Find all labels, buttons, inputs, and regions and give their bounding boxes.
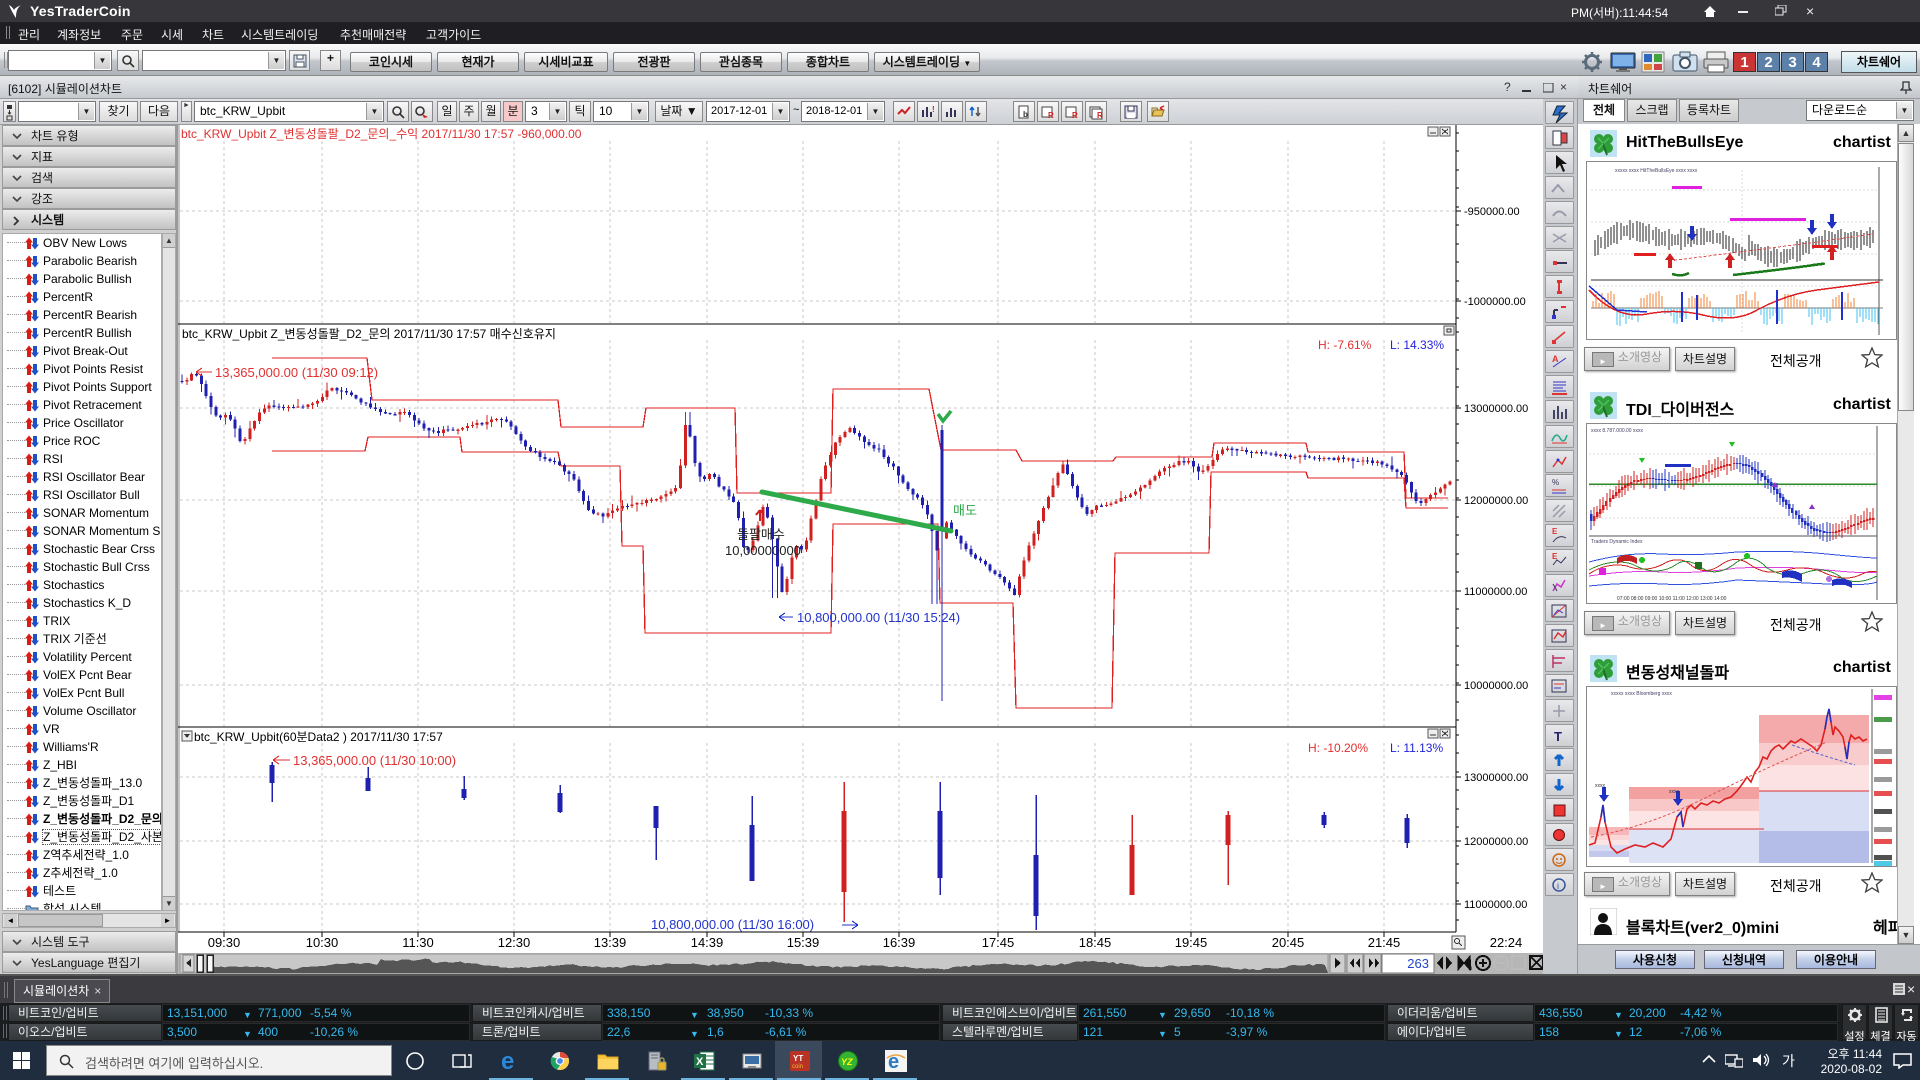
svg-text:coin: coin <box>792 1064 803 1070</box>
svg-text:R: R <box>1097 111 1103 120</box>
svg-text:T: T <box>1554 729 1562 744</box>
svg-text:13000000.00: 13000000.00 <box>1464 772 1528 784</box>
svg-text:btc_KRW_Upbit Z_변동성돌팔_D2_문의_수익: btc_KRW_Upbit Z_변동성돌팔_D2_문의_수익 2017/11/3… <box>181 127 582 141</box>
svg-text:L: 14.33%: L: 14.33% <box>1390 338 1444 352</box>
svg-text:e: e <box>501 1050 514 1072</box>
svg-text:YT: YT <box>793 1054 803 1063</box>
svg-text:11000000.00: 11000000.00 <box>1464 899 1527 911</box>
svg-text:X: X <box>696 1056 704 1068</box>
svg-text:20:45: 20:45 <box>1272 935 1305 950</box>
svg-text:%: % <box>1552 478 1559 487</box>
svg-text:07:00 08:00 09:00 10:00 11: 07:00 08:00 09:00 10:00 11:00 12:00 13:0… <box>1617 596 1727 602</box>
svg-text:263: 263 <box>1407 956 1429 971</box>
svg-text:-950000.00: -950000.00 <box>1464 206 1520 218</box>
svg-text:Traders Dynamic Index: Traders Dynamic Index <box>1591 539 1643 545</box>
svg-text:H: -7.61%: H: -7.61% <box>1318 338 1372 352</box>
svg-text:10000000.00: 10000000.00 <box>1464 680 1528 692</box>
svg-text:xxxx: xxxx <box>1669 789 1680 795</box>
svg-text:13,365,000.00 (11/30 09:12): 13,365,000.00 (11/30 09:12) <box>215 365 378 380</box>
svg-text:i: i <box>1557 881 1559 891</box>
svg-text:17:45: 17:45 <box>982 935 1015 950</box>
svg-text:10,00000000: 10,00000000 <box>725 543 801 558</box>
svg-text:btc_KRW_Upbit Z_변동성돌팔_D2_문의 2: btc_KRW_Upbit Z_변동성돌팔_D2_문의 2017/11/30 1… <box>182 327 556 341</box>
svg-text:매도: 매도 <box>953 503 977 518</box>
svg-text:18:45: 18:45 <box>1079 935 1112 950</box>
svg-text:xxxx: xxxx <box>1595 783 1606 789</box>
svg-text:21:45: 21:45 <box>1368 935 1401 950</box>
svg-text:12000000.00: 12000000.00 <box>1464 836 1528 848</box>
svg-text:xxxxx xxxx Bloomberg xxxx: xxxxx xxxx Bloomberg xxxx <box>1611 691 1672 697</box>
svg-text:10,800,000.00 (11/30 15:24): 10,800,000.00 (11/30 15:24) <box>797 610 960 625</box>
svg-text:11000000.00: 11000000.00 <box>1464 586 1527 598</box>
svg-text:YZ: YZ <box>841 1057 853 1067</box>
svg-text:A: A <box>1552 354 1559 364</box>
svg-text:L: 11.13%: L: 11.13% <box>1390 741 1443 755</box>
svg-text:btc_KRW_Upbit(60분Data2 ) 2017/: btc_KRW_Upbit(60분Data2 ) 2017/11/30 17:5… <box>194 730 443 744</box>
svg-text:xxxxx xxxx HitTheBullsEye xxxx: xxxxx xxxx HitTheBullsEye xxxx xxxx <box>1615 168 1698 174</box>
svg-text:22:24: 22:24 <box>1490 935 1523 950</box>
svg-text:12000000.00: 12000000.00 <box>1464 495 1528 507</box>
svg-text:12:30: 12:30 <box>498 935 531 950</box>
svg-text:돌팔매수: 돌팔매수 <box>737 527 785 542</box>
svg-text:!: ! <box>932 105 935 114</box>
svg-text:b: b <box>1023 110 1028 119</box>
svg-text:09:30: 09:30 <box>208 935 241 950</box>
svg-text:R: R <box>1072 111 1078 120</box>
svg-text:xxxx 8.787.000.00 xxxx: xxxx 8.787.000.00 xxxx <box>1591 428 1643 434</box>
svg-text:19:45: 19:45 <box>1175 935 1208 950</box>
svg-text:10,800,000.00 (11/30 16:00): 10,800,000.00 (11/30 16:00) <box>651 917 814 932</box>
svg-text:-1000000.00: -1000000.00 <box>1464 296 1526 308</box>
svg-text:R: R <box>1048 111 1054 120</box>
svg-text:e: e <box>888 1051 899 1072</box>
svg-text:13:39: 13:39 <box>594 935 627 950</box>
svg-text:11:30: 11:30 <box>402 935 434 950</box>
svg-text:13000000.00: 13000000.00 <box>1464 403 1528 415</box>
svg-text:10:30: 10:30 <box>306 935 339 950</box>
svg-text:13,365,000.00 (11/30 10:00): 13,365,000.00 (11/30 10:00) <box>293 753 456 768</box>
svg-text:H: -10.20%: H: -10.20% <box>1308 741 1368 755</box>
svg-text:16:39: 16:39 <box>883 935 916 950</box>
svg-text:14:39: 14:39 <box>691 935 724 950</box>
svg-text:15:39: 15:39 <box>787 935 820 950</box>
svg-text:E: E <box>1552 527 1558 536</box>
